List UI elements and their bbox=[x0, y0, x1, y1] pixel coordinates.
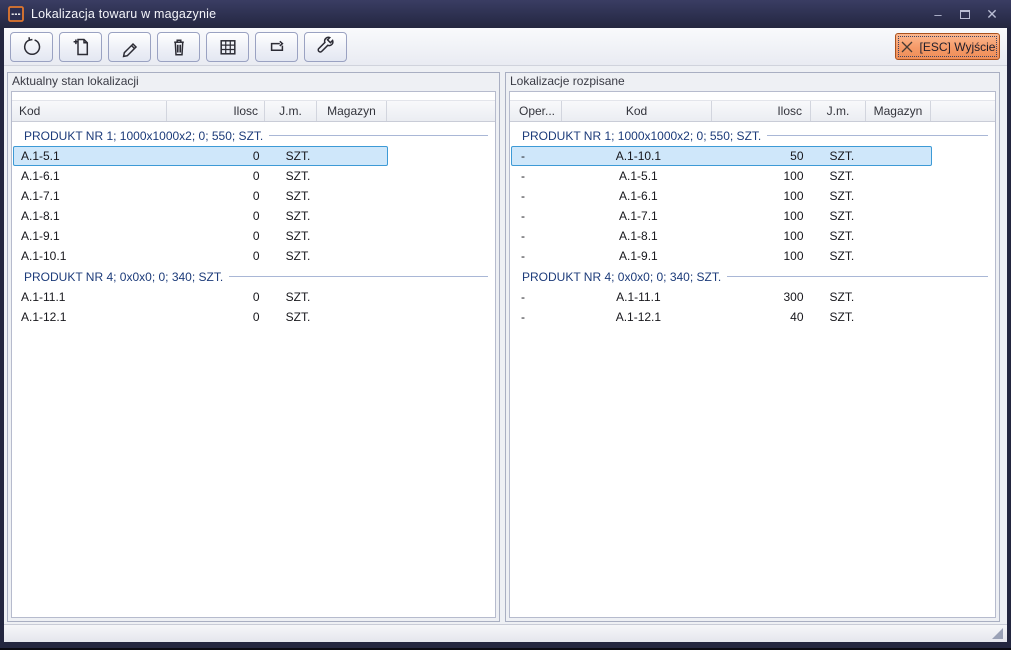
table-row[interactable]: -A.1-9.1100SZT. bbox=[511, 246, 932, 266]
client-area: [ESC] Wyjście Aktualny stan lokalizacji … bbox=[4, 28, 1007, 642]
app-icon bbox=[8, 6, 24, 22]
panel-current-locations: Aktualny stan lokalizacji Kod Ilosc J.m.… bbox=[7, 72, 500, 622]
left-col-kod[interactable]: Kod bbox=[12, 101, 167, 121]
delete-icon bbox=[167, 35, 191, 59]
right-col-kod[interactable]: Kod bbox=[562, 101, 712, 121]
maximize-icon bbox=[960, 10, 970, 19]
right-panel-title: Lokalizacje rozpisane bbox=[510, 74, 625, 88]
table-row-selected[interactable]: -A.1-10.150SZT. bbox=[511, 146, 932, 166]
status-bar bbox=[4, 624, 1007, 642]
group-header-row: PRODUKT NR 1; 1000x1000x2; 0; 550; SZT. bbox=[510, 125, 995, 146]
edit-button[interactable] bbox=[108, 32, 151, 62]
refresh-button[interactable] bbox=[10, 32, 53, 62]
exit-x-icon bbox=[900, 40, 914, 54]
left-panel-title: Aktualny stan lokalizacji bbox=[12, 74, 139, 88]
table-row[interactable]: -A.1-6.1100SZT. bbox=[511, 186, 932, 206]
table-row[interactable]: -A.1-5.1100SZT. bbox=[511, 166, 932, 186]
exit-button-label: [ESC] Wyjście bbox=[920, 40, 996, 54]
table-row[interactable]: A.1-10.10SZT. bbox=[13, 246, 388, 266]
left-col-magazyn[interactable]: Magazyn bbox=[317, 101, 387, 121]
titlebar: Lokalizacja towaru w magazynie – ✕ bbox=[0, 0, 1011, 28]
new-button[interactable] bbox=[59, 32, 102, 62]
left-list: Kod Ilosc J.m. Magazyn PRODUKT NR 1; 100… bbox=[11, 91, 496, 618]
refresh-icon bbox=[20, 35, 44, 59]
group-header-row: PRODUKT NR 1; 1000x1000x2; 0; 550; SZT. bbox=[12, 125, 495, 146]
left-col-empty bbox=[387, 101, 495, 121]
right-col-jm[interactable]: J.m. bbox=[811, 101, 866, 121]
table-row[interactable]: -A.1-7.1100SZT. bbox=[511, 206, 932, 226]
table-row[interactable]: A.1-12.10SZT. bbox=[13, 307, 388, 327]
close-button[interactable]: ✕ bbox=[983, 5, 1001, 23]
table-row[interactable]: -A.1-8.1100SZT. bbox=[511, 226, 932, 246]
left-rows: PRODUKT NR 1; 1000x1000x2; 0; 550; SZT. … bbox=[12, 122, 495, 327]
resize-grip[interactable] bbox=[992, 628, 1003, 639]
tools-button[interactable] bbox=[304, 32, 347, 62]
table-row[interactable]: A.1-6.10SZT. bbox=[13, 166, 388, 186]
table-row-selected[interactable]: A.1-5.10SZT. bbox=[13, 146, 388, 166]
table-row[interactable]: A.1-7.10SZT. bbox=[13, 186, 388, 206]
group-line bbox=[269, 135, 488, 136]
group-line bbox=[229, 276, 488, 277]
right-col-oper[interactable]: Oper... bbox=[510, 101, 562, 121]
table-row[interactable]: -A.1-12.140SZT. bbox=[511, 307, 932, 327]
table-row[interactable]: -A.1-11.1300SZT. bbox=[511, 287, 932, 307]
grid-button[interactable] bbox=[206, 32, 249, 62]
new-item-icon bbox=[69, 35, 93, 59]
group-header-row: PRODUKT NR 4; 0x0x0; 0; 340; SZT. bbox=[12, 266, 495, 287]
grid-icon bbox=[216, 35, 240, 59]
toolbar: [ESC] Wyjście bbox=[4, 28, 1007, 66]
left-table-header: Kod Ilosc J.m. Magazyn bbox=[12, 100, 495, 122]
transfer-icon bbox=[265, 35, 289, 59]
right-col-empty bbox=[931, 101, 995, 121]
table-row[interactable]: A.1-11.10SZT. bbox=[13, 287, 388, 307]
right-col-ilosc[interactable]: Ilosc bbox=[712, 101, 811, 121]
table-row[interactable]: A.1-8.10SZT. bbox=[13, 206, 388, 226]
edit-icon bbox=[118, 35, 142, 59]
table-row[interactable]: A.1-9.10SZT. bbox=[13, 226, 388, 246]
maximize-button[interactable] bbox=[956, 5, 974, 23]
right-table-header: Oper... Kod Ilosc J.m. Magazyn bbox=[510, 100, 995, 122]
exit-button[interactable]: [ESC] Wyjście bbox=[895, 33, 1000, 60]
left-col-ilosc[interactable]: Ilosc bbox=[167, 101, 265, 121]
tools-icon bbox=[314, 35, 338, 59]
group-line bbox=[767, 135, 988, 136]
panel-assigned-locations: Lokalizacje rozpisane Oper... Kod Ilosc … bbox=[505, 72, 1000, 622]
right-col-magazyn[interactable]: Magazyn bbox=[866, 101, 931, 121]
minimize-button[interactable]: – bbox=[929, 5, 947, 23]
left-col-jm[interactable]: J.m. bbox=[265, 101, 317, 121]
delete-button[interactable] bbox=[157, 32, 200, 62]
group-line bbox=[727, 276, 988, 277]
right-list: Oper... Kod Ilosc J.m. Magazyn PRODUKT N… bbox=[509, 91, 996, 618]
window-title: Lokalizacja towaru w magazynie bbox=[31, 7, 216, 21]
transfer-button[interactable] bbox=[255, 32, 298, 62]
group-header-row: PRODUKT NR 4; 0x0x0; 0; 340; SZT. bbox=[510, 266, 995, 287]
right-rows: PRODUKT NR 1; 1000x1000x2; 0; 550; SZT. … bbox=[510, 122, 995, 327]
